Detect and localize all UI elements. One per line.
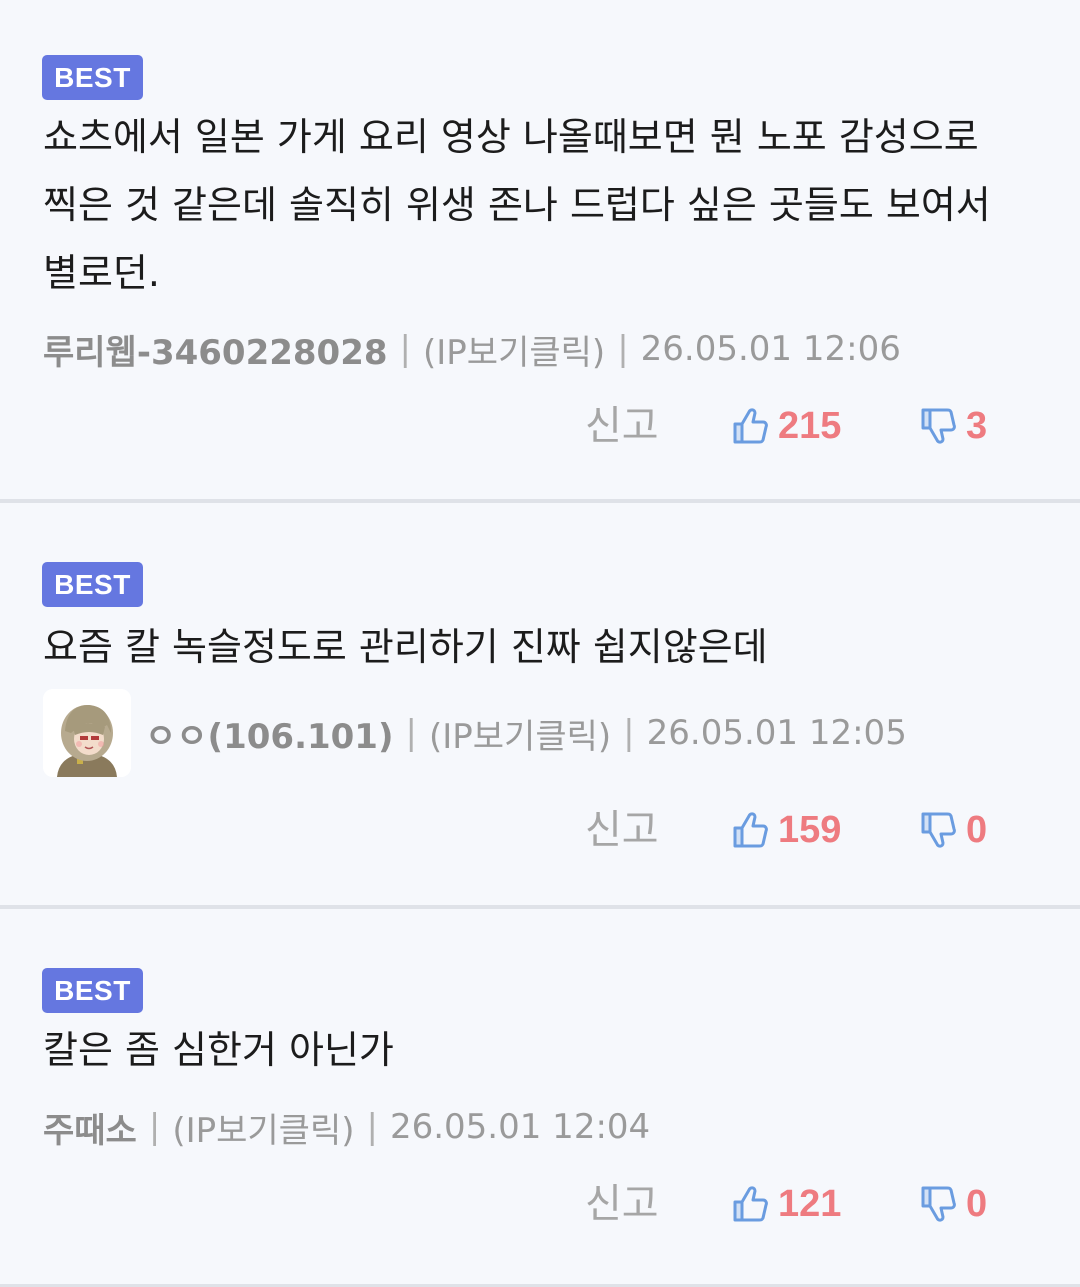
report-button[interactable]: 신고	[585, 396, 659, 456]
best-badge: BEST	[42, 55, 143, 100]
dislike-button[interactable]: 0	[920, 1174, 987, 1234]
comment-item: BEST 요즘 칼 녹슬정도로 관리하기 진짜 쉽지않은데 ㅇㅇ(106.101…	[0, 503, 1080, 909]
comment-text: 요즘 칼 녹슬정도로 관리하기 진짜 쉽지않은데	[43, 625, 768, 669]
comment-actions: 신고 121 0	[0, 1174, 1080, 1234]
author-name[interactable]: 루리웹-3460228028	[43, 325, 388, 374]
separator: |	[623, 713, 635, 753]
like-count: 121	[778, 1182, 842, 1225]
report-button[interactable]: 신고	[585, 800, 659, 860]
comment-item: BEST 칼은 좀 심한거 아닌가 주때소 | (IP보기클릭) | 26.05…	[0, 909, 1080, 1287]
comment-meta: 루리웹-3460228028 | (IP보기클릭) | 26.05.01 12:…	[43, 325, 901, 373]
like-button[interactable]: 121	[732, 1174, 841, 1234]
avatar[interactable]	[43, 689, 131, 777]
thumbs-down-icon	[921, 1186, 956, 1222]
comment-item: BEST 쇼츠에서 일본 가게 요리 영상 나올때보면 뭔 노포 감성으로 찍은…	[0, 0, 1080, 503]
separator: |	[405, 713, 417, 753]
best-badge: BEST	[42, 562, 143, 607]
dislike-count: 3	[966, 404, 988, 447]
comment-text: 칼은 좀 심한거 아닌가	[43, 1028, 394, 1072]
comment-text: 쇼츠에서 일본 가게 요리 영상 나올때보면 뭔 노포 감성으로 찍은 것 같은…	[43, 115, 991, 295]
thumbs-up-icon	[733, 408, 768, 444]
ip-link[interactable]: (IP보기클릭)	[429, 709, 611, 758]
comment-actions: 신고 159 0	[0, 800, 1080, 860]
thumbs-up-icon	[733, 812, 768, 848]
comment-meta: ㅇㅇ(106.101) | (IP보기클릭) | 26.05.01 12:05	[43, 689, 907, 777]
timestamp: 26.05.01 12:04	[389, 1107, 651, 1147]
report-button[interactable]: 신고	[585, 1174, 659, 1234]
comment-meta: 주때소 | (IP보기클릭) | 26.05.01 12:04	[43, 1103, 650, 1151]
timestamp: 26.05.01 12:06	[640, 329, 901, 369]
comment-actions: 신고 215 3	[0, 396, 1080, 456]
like-count: 215	[778, 404, 842, 447]
ip-link[interactable]: (IP보기클릭)	[172, 1103, 354, 1152]
avatar-image	[43, 689, 131, 777]
dislike-count: 0	[966, 1182, 988, 1225]
author-name[interactable]: ㅇㅇ(106.101)	[145, 709, 394, 758]
like-button[interactable]: 215	[732, 396, 841, 456]
thumbs-up-icon	[733, 1186, 768, 1222]
separator: |	[399, 329, 411, 369]
separator: |	[617, 329, 629, 369]
like-button[interactable]: 159	[732, 800, 841, 860]
thumbs-down-icon	[921, 812, 956, 848]
dislike-button[interactable]: 0	[920, 800, 987, 860]
author-name[interactable]: 주때소	[43, 1103, 137, 1152]
ip-link[interactable]: (IP보기클릭)	[423, 325, 605, 374]
dislike-count: 0	[966, 808, 988, 851]
timestamp: 26.05.01 12:05	[646, 713, 907, 753]
thumbs-down-icon	[921, 408, 956, 444]
separator: |	[148, 1107, 161, 1147]
best-badge: BEST	[42, 968, 143, 1013]
dislike-button[interactable]: 3	[920, 396, 987, 456]
like-count: 159	[778, 808, 842, 851]
separator: |	[366, 1107, 378, 1147]
